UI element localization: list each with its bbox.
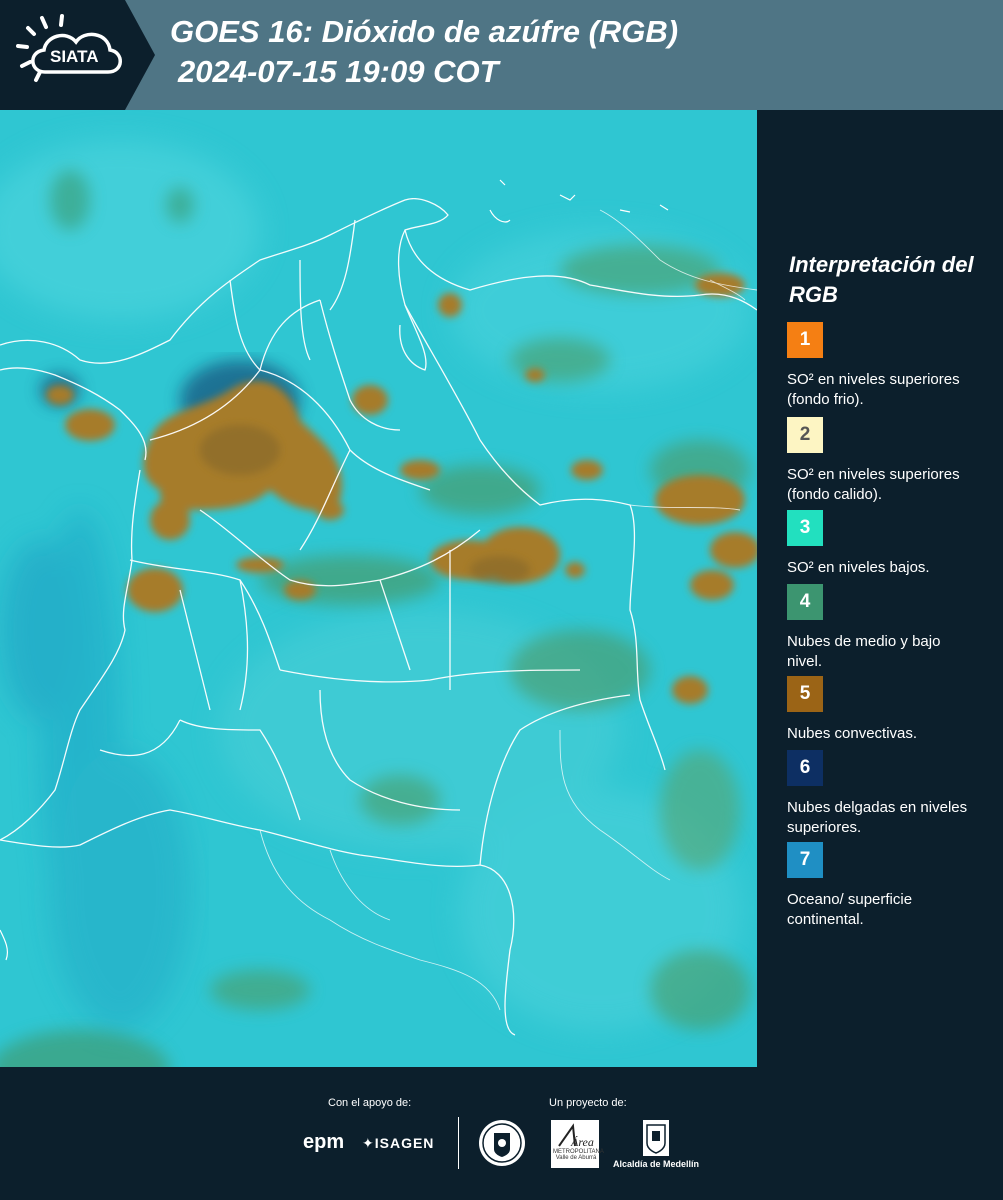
legend-item-3: 3 SO² en niveles bajos. — [787, 510, 987, 578]
project-label: Un proyecto de: — [549, 1097, 627, 1109]
legend-item-2: 2 SO² en niveles superiores (fondo calid… — [787, 417, 987, 505]
footer-bar: Con el apoyo de: Un proyecto de: epm ✦IS… — [0, 1067, 1003, 1200]
legend-swatch-1: 1 — [787, 322, 823, 358]
legend-label-7: Oceano/ superficie continental. — [787, 891, 913, 928]
area-name: Área — [570, 1135, 594, 1149]
legend-label-3: SO² en niveles bajos. — [787, 559, 930, 576]
legend-item-4: 4 Nubes de medio y bajo nivel. — [787, 584, 987, 672]
legend-swatch-4: 4 — [787, 584, 823, 620]
isagen-star-icon: ✦ — [362, 1135, 375, 1151]
legend-item-5: 5 Nubes convectivas. — [787, 676, 987, 744]
legend-swatch-3: 3 — [787, 510, 823, 546]
legend-swatch-5: 5 — [787, 676, 823, 712]
legend-label-5: Nubes convectivas. — [787, 725, 918, 742]
siata-logo: SIATA — [0, 0, 155, 110]
legend-label-2: SO² en niveles superiores (fondo calido)… — [787, 466, 960, 503]
legend-label-6: Nubes delgadas en niveles superiores. — [787, 799, 968, 836]
legend-label-1: SO² en niveles superiores (fondo frio). — [787, 371, 960, 408]
legend-label-4: Nubes de medio y bajo nivel. — [787, 633, 941, 670]
footer-divider — [458, 1117, 459, 1169]
isagen-label: ISAGEN — [374, 1135, 435, 1151]
legend-item-1: 1 SO² en niveles superiores (fondo frio)… — [787, 322, 987, 410]
legend-panel: Interpretación del RGB 1 SO² en niveles … — [757, 110, 1003, 1067]
legend-swatch-6: 6 — [787, 750, 823, 786]
epm-logo: epm — [303, 1131, 345, 1153]
satellite-map[interactable] — [0, 110, 757, 1067]
logo-text: SIATA — [50, 47, 98, 66]
page-timestamp: 2024-07-15 19:09 COT — [178, 54, 499, 89]
isagen-logo: ✦ISAGEN — [362, 1135, 434, 1152]
page-title: GOES 16: Dióxido de azúfre (RGB) — [170, 14, 679, 49]
legend-swatch-7: 7 — [787, 842, 823, 878]
legend-item-7: 7 Oceano/ superficie continental. — [787, 842, 987, 930]
header-bar: SIATA GOES 16: Dióxido de azúfre (RGB) 2… — [0, 0, 1003, 110]
alcaldia-label: Alcaldía de Medellín — [613, 1159, 700, 1169]
support-label: Con el apoyo de: — [328, 1097, 412, 1109]
legend-swatch-2: 2 — [787, 417, 823, 453]
medellin-seal-icon — [478, 1119, 526, 1172]
alcaldia-shield-icon — [642, 1119, 670, 1162]
legend-title: Interpretación del RGB — [789, 252, 974, 307]
legend-item-6: 6 Nubes delgadas en niveles superiores. — [787, 750, 987, 838]
area-caption: METROPOLITANA Valle de Aburrá — [553, 1149, 604, 1161]
